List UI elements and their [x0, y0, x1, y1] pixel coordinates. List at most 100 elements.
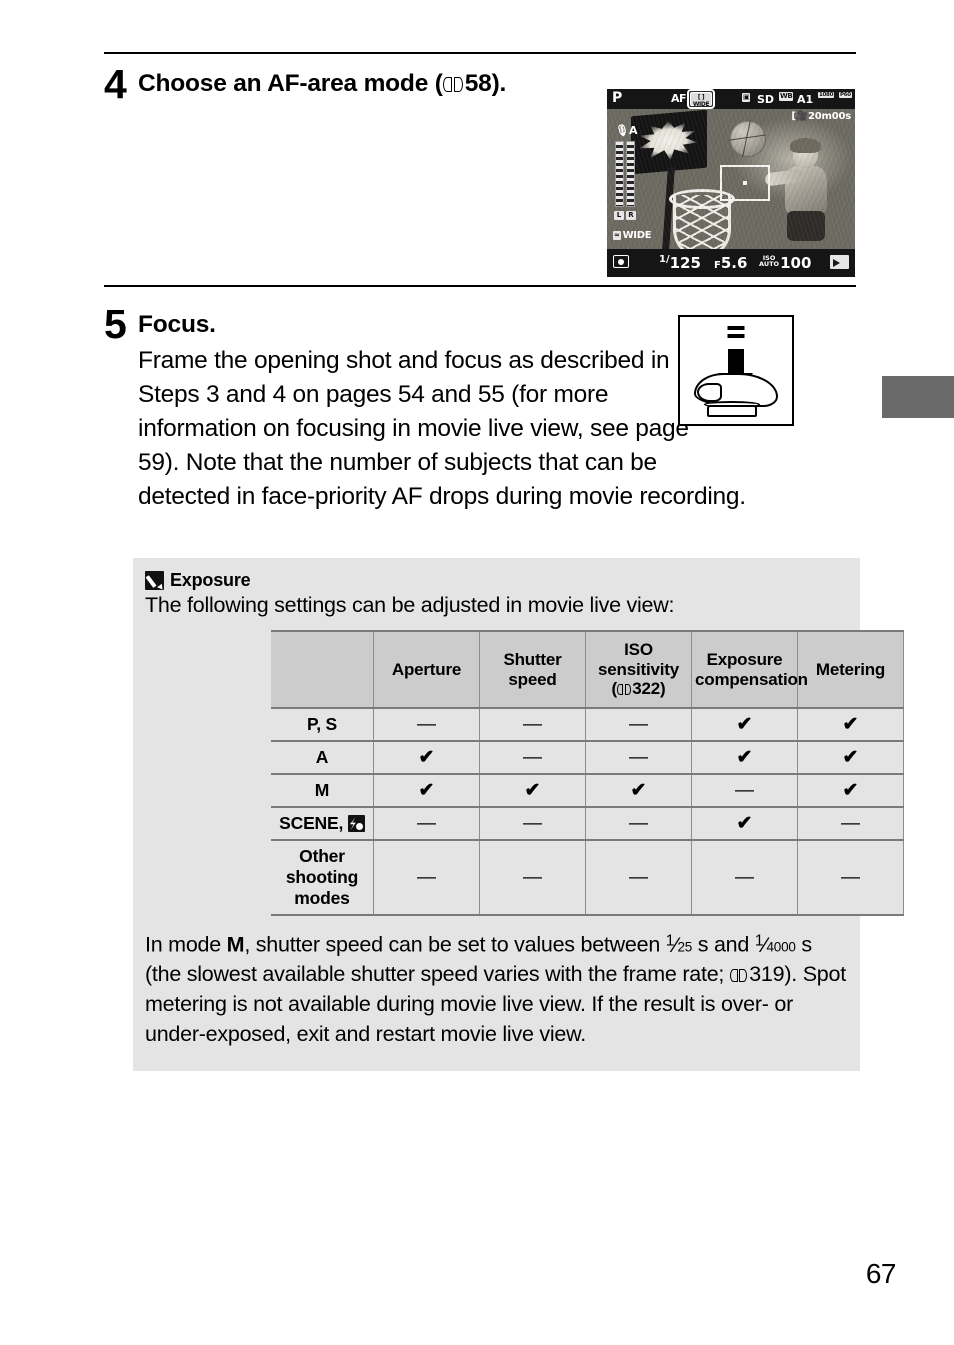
step-5-body-text: Frame the opening shot and focus as desc… — [138, 347, 746, 511]
aperture-display: F5.6 — [714, 254, 747, 272]
cell-metering: — — [797, 840, 904, 916]
row-mode-label: SCENE, — [271, 807, 374, 841]
audio-level-left — [615, 141, 624, 207]
movie-camera-icon: [🎥 — [791, 111, 808, 122]
header-shutter-line1: Shutter — [503, 649, 562, 669]
iso-label-stack: ISO AUTO — [759, 254, 779, 268]
af-area-mode-line1: [ ] — [697, 94, 705, 101]
table-row: Other shooting modes — — — — — — [271, 840, 904, 916]
frame-rate-icon: P60 — [839, 92, 852, 98]
header-iso-ref-page: 322) — [632, 679, 666, 699]
table-row: A ✔ — — ✔ ✔ — [271, 741, 904, 775]
divider-top — [104, 52, 856, 54]
shutter-fraction-slowest: 1⁄25 — [665, 932, 693, 957]
wind-noise-icon: ≈ — [613, 231, 621, 240]
row-mode-text: SCENE, — [279, 813, 344, 834]
cell-iso: — — [585, 840, 692, 916]
tail-mode-m: M — [226, 932, 245, 957]
row-mode-label: P, S — [271, 708, 374, 742]
recording-time-remaining: [🎥20m00s — [791, 111, 851, 122]
cell-shutter-speed: — — [479, 741, 586, 775]
cell-metering: ✔ — [797, 708, 904, 742]
cell-exposure-compensation: — — [691, 774, 798, 808]
audio-channel-left-label: L — [614, 211, 624, 220]
audio-channel-right-label: R — [626, 211, 636, 220]
row-mode-label: M — [271, 774, 374, 808]
cell-shutter-speed: ✔ — [479, 774, 586, 808]
shooting-mode-indicator: P — [612, 90, 623, 106]
af-area-focus-point — [720, 165, 770, 201]
step-4-title: Choose an AF-area mode ( 58). — [138, 70, 506, 98]
note-tail-text: In mode M, shutter speed can be set to v… — [145, 930, 848, 1049]
step-4-number: 4 — [104, 61, 127, 107]
audio-level-right — [626, 141, 635, 207]
lcd-live-view-scene — [607, 107, 855, 258]
table-body: P, S — — — ✔ ✔ A ✔ — — ✔ ✔ M ✔ ✔ ✔ — ✔ S… — [271, 708, 904, 916]
tail-part-2: , shutter speed can be set to values bet… — [244, 932, 666, 957]
table-header-iso-sensitivity: ISO sensitivity (322) — [585, 629, 692, 710]
book-reference-icon — [616, 684, 631, 695]
cell-shutter-speed: — — [479, 840, 586, 916]
pencil-note-icon — [145, 571, 164, 590]
frac2-denominator: 4000 — [766, 939, 796, 955]
step-5-number: 5 — [104, 301, 127, 347]
table-header-metering: Metering — [797, 629, 904, 710]
table-header-shutter-speed: Shutter speed — [479, 629, 586, 710]
cell-shutter-speed: — — [479, 708, 586, 742]
step-4-title-text: Choose an AF-area mode ( — [138, 70, 443, 97]
divider-middle — [104, 285, 856, 287]
white-balance-icon: WB — [779, 92, 794, 101]
cell-exposure-compensation: — — [691, 840, 798, 916]
af-mode-label: AF — [671, 92, 687, 105]
note-lead-text: The following settings can be adjusted i… — [145, 593, 675, 617]
book-reference-icon — [729, 968, 748, 983]
cell-aperture: — — [373, 708, 480, 742]
camera-lcd-screenshot: P AF [ ] WIDE ▣ SD WB A1 1080 P60 [🎥20m0… — [607, 89, 855, 277]
shutter-button-body — [707, 405, 757, 417]
audio-channel-labels: L R — [614, 211, 636, 220]
header-iso-ref: (322) — [611, 679, 666, 699]
cell-iso: — — [585, 807, 692, 841]
shutter-speed-value: 125 — [669, 254, 701, 272]
shutter-speed-numerator: 1/ — [659, 254, 670, 265]
card-slot-label: SD — [757, 93, 775, 106]
basketball — [730, 121, 766, 157]
af-area-mode-line2: WIDE — [692, 101, 710, 108]
cell-metering: ✔ — [797, 774, 904, 808]
frequency-response-indicator: ≈ WIDE — [613, 230, 652, 241]
press-indicator-dash-2 — [727, 334, 745, 338]
fingernail-illustration — [697, 383, 722, 402]
microphone-icon: 🎙 — [615, 124, 629, 137]
step-5-title: Focus. — [138, 311, 216, 338]
table-header-aperture: Aperture — [373, 629, 480, 710]
cell-exposure-compensation: ✔ — [691, 708, 798, 742]
frame-size-icon: 1080 — [818, 92, 835, 98]
special-effects-icon — [347, 815, 365, 833]
cell-metering: ✔ — [797, 741, 904, 775]
iso-display: ISO AUTO 100 — [759, 254, 811, 272]
step-4-title-ref: 58). — [464, 70, 507, 97]
af-area-mode-icon: [ ] WIDE — [687, 89, 715, 109]
press-indicator-dash-1 — [727, 326, 745, 330]
cell-aperture: ✔ — [373, 741, 480, 775]
manual-page: 4 Choose an AF-area mode ( 58). P AF [] … — [0, 0, 954, 1345]
child-shorts — [787, 211, 825, 241]
tail-part-1: In mode — [145, 932, 227, 957]
cell-aperture: — — [373, 807, 480, 841]
page-number: 67 — [865, 1258, 897, 1289]
table-header-row: Aperture Shutter speed ISO sensitivity (… — [271, 629, 904, 710]
note-title: Exposure — [170, 570, 251, 590]
header-iso-line1: ISO — [624, 640, 653, 659]
lcd-bottom-bar: 1/125 F5.6 ISO AUTO 100 — [607, 249, 855, 277]
lcd-top-bar: P AF [ ] WIDE ▣ SD WB A1 1080 P60 — [607, 89, 855, 109]
aperture-prefix: F — [714, 260, 721, 271]
cell-iso: — — [585, 741, 692, 775]
cell-iso: — — [585, 708, 692, 742]
cell-exposure-compensation: ✔ — [691, 741, 798, 775]
table-head: Aperture Shutter speed ISO sensitivity (… — [271, 629, 904, 710]
frac2-numerator: 1 — [754, 932, 764, 950]
audio-level-meter — [615, 141, 637, 207]
movie-record-icon — [830, 255, 849, 269]
shutter-button-halfway-illustration — [678, 315, 794, 426]
book-reference-icon — [442, 76, 463, 92]
